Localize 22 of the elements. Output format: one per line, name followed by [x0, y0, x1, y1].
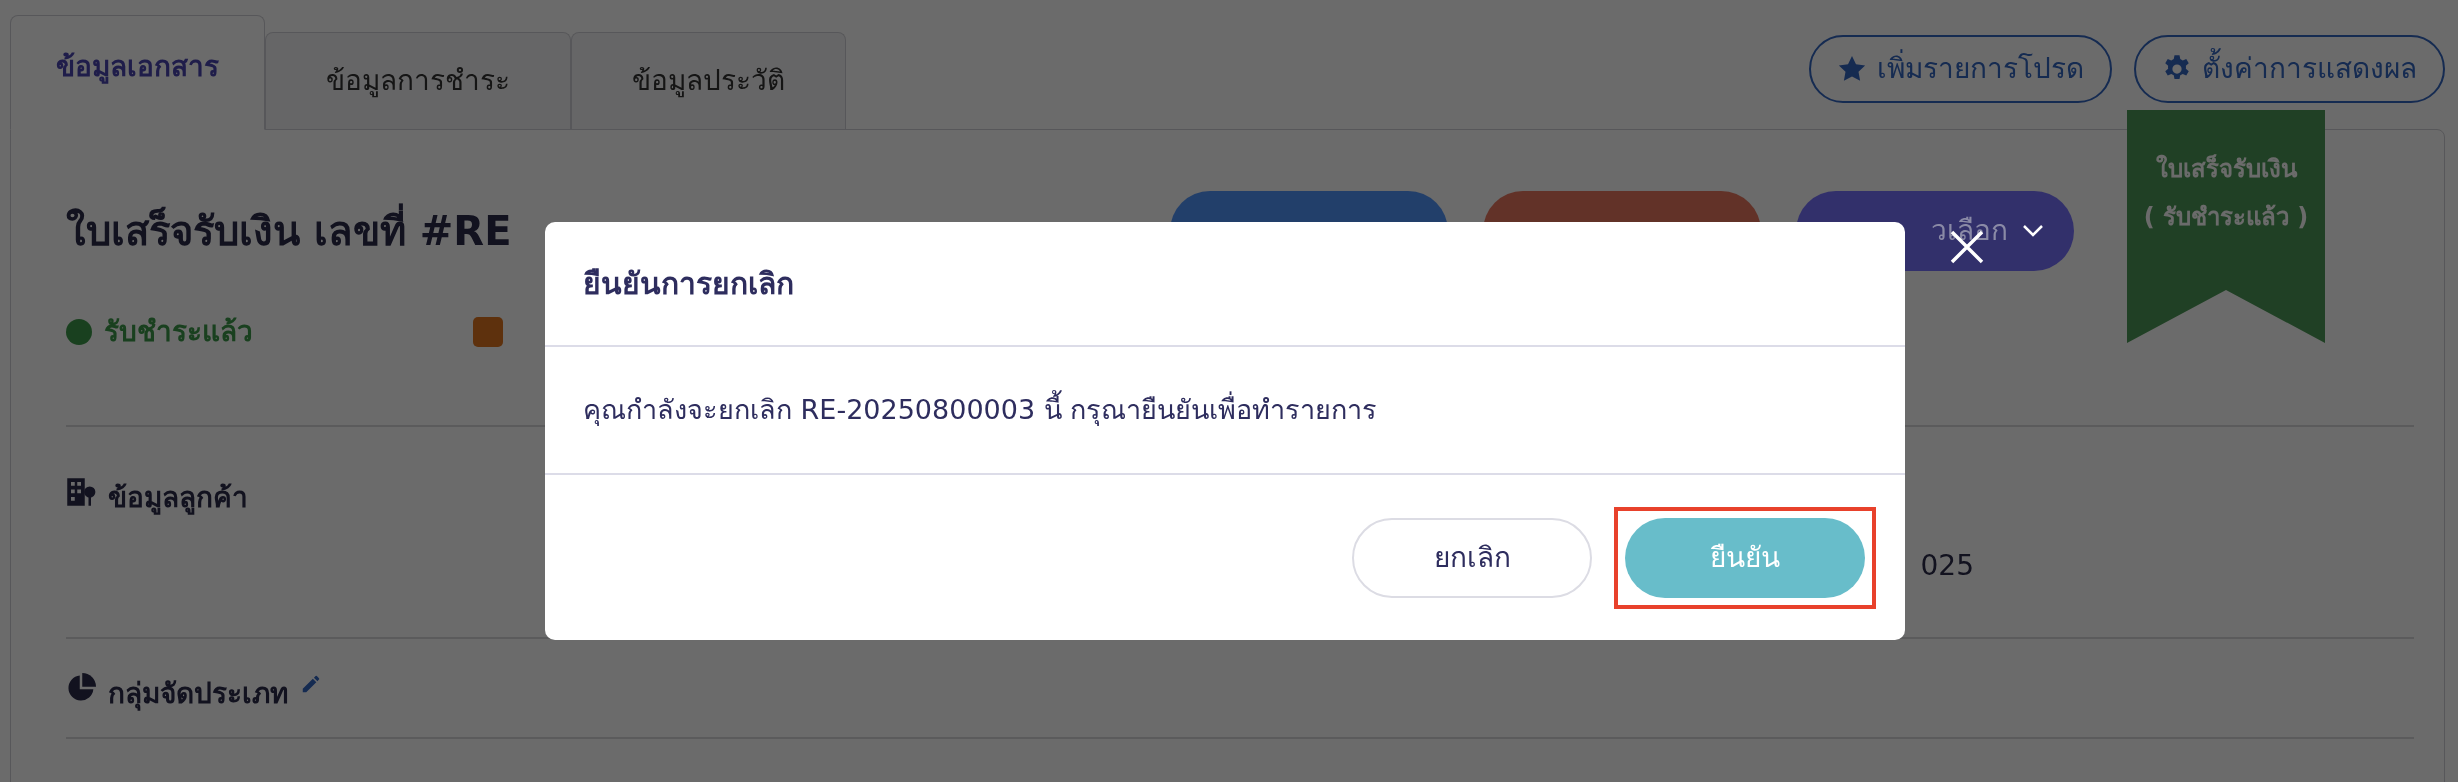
ribbon-text: ( รับชำระแล้ว ) — [2142, 202, 2310, 233]
building-icon — [66, 477, 96, 507]
document-title: ใบเสร็จรับเงิน เลขที่ #RE — [66, 201, 512, 261]
status-dot-icon — [66, 319, 92, 345]
tab[interactable]: ข้อมูลประวัติ — [571, 32, 846, 129]
pie-chart-icon — [66, 673, 96, 703]
ribbon-text: ใบเสร็จรับเงิน — [2154, 153, 2298, 185]
pencil-icon[interactable] — [300, 673, 322, 695]
tab[interactable]: ข้อมูลเอกสาร — [10, 15, 265, 130]
status-badge — [473, 317, 503, 347]
section-title: ข้อมูลลูกค้า — [108, 480, 248, 517]
status-label: รับชำระแล้ว — [104, 314, 253, 350]
favorite-button[interactable]: เพิ่มรายการโปรด — [1809, 35, 2112, 103]
section-title: กลุ่มจัดประเภท — [108, 676, 288, 713]
confirm-button[interactable]: ยืนยัน — [1625, 517, 1865, 598]
tab[interactable]: ข้อมูลการชำระ — [265, 32, 571, 129]
dialog-title: ยืนยันการยกเลิก — [583, 265, 794, 303]
chevron-down-icon — [2022, 224, 2044, 238]
date-value: 025 — [1920, 548, 1974, 584]
display-settings-button[interactable]: ตั้งค่าการแสดงผล — [2134, 35, 2445, 103]
dialog-message: คุณกำลังจะยกเลิก RE-20250800003 นี้ กรุณายืนยันเพื่อทำรายการ — [583, 389, 1378, 431]
cancel-button[interactable]: ยกเลิก — [1352, 517, 1592, 598]
